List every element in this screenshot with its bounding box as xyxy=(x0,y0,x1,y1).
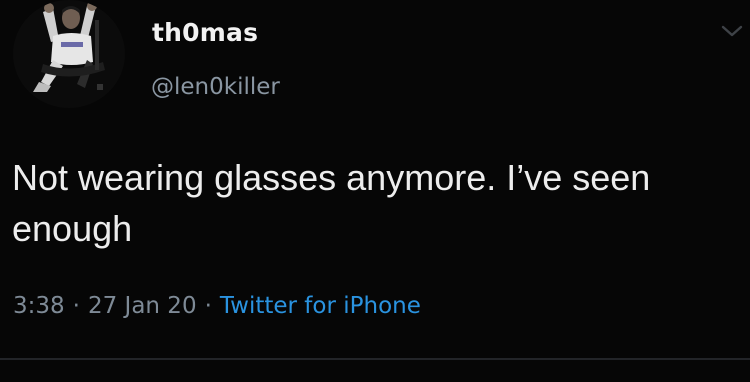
user-handle[interactable]: @len0killer xyxy=(151,74,280,100)
tweet-source-link[interactable]: Twitter for iPhone xyxy=(220,293,421,319)
tweet-date[interactable]: 27 Jan 20 xyxy=(88,293,197,319)
chevron-down-icon[interactable] xyxy=(720,22,744,40)
profile-photo-icon xyxy=(13,0,125,108)
divider xyxy=(0,358,750,360)
tweet-time[interactable]: 3:38 xyxy=(13,293,65,319)
separator: · xyxy=(72,293,80,319)
tweet-metadata: 3:38 · 27 Jan 20 · Twitter for iPhone xyxy=(13,293,421,319)
display-name[interactable]: th0mas xyxy=(152,18,258,47)
avatar[interactable] xyxy=(13,0,125,108)
tweet-card: th0mas @len0killer Not wearing glasses a… xyxy=(0,0,750,382)
separator: · xyxy=(204,293,212,319)
tweet-text: Not wearing glasses anymore. I’ve seen e… xyxy=(12,157,651,249)
